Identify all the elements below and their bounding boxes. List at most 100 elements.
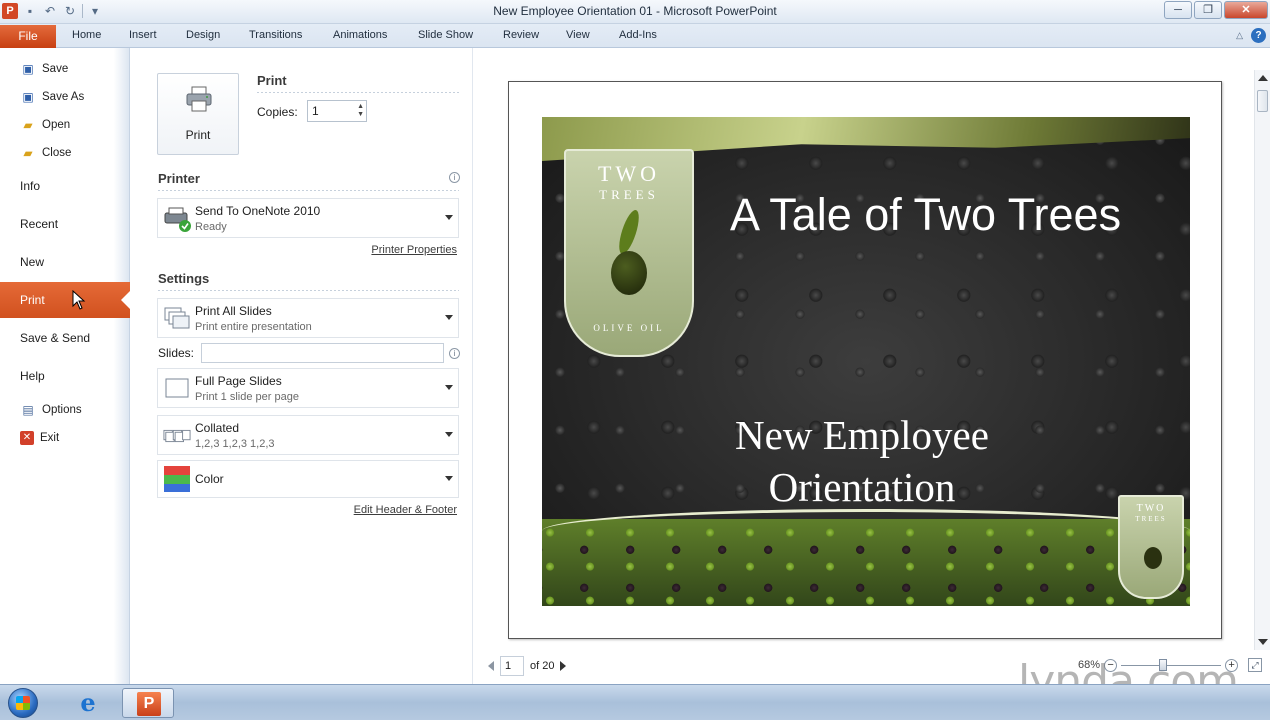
slide-title: A Tale of Two Trees (730, 189, 1122, 240)
active-indicator-arrow (121, 291, 130, 309)
options-icon: ▤ (22, 403, 34, 417)
layout-dropdown[interactable]: Full Page Slides Print 1 slide per page (157, 368, 459, 408)
printer-divider (158, 190, 459, 191)
save-as-icon: ▣ (22, 90, 34, 104)
slide-subtitle: New Employee Orientation (712, 409, 1012, 513)
zoom-to-page-icon[interactable]: ⤢ (1248, 658, 1263, 672)
copies-spin-arrows-icon[interactable]: ▲ ▼ (357, 103, 364, 119)
printer-name: Send To OneNote 2010 (195, 204, 321, 218)
slide-preview: TWO TREES OLIVE OIL A Tale of Two Trees … (542, 117, 1190, 606)
collate-sub: 1,2,3 1,2,3 1,2,3 (195, 438, 275, 450)
nav-print[interactable]: Print (0, 282, 130, 318)
collate-arrow-icon (445, 432, 453, 437)
mini-olive-icon (1144, 547, 1162, 569)
print-range-dropdown[interactable]: Print All Slides Print entire presentati… (157, 298, 459, 338)
minimize-ribbon-icon[interactable]: △ (1236, 30, 1243, 41)
nav-close[interactable]: ▰ Close (0, 139, 130, 167)
slides-input[interactable] (201, 343, 444, 363)
color-arrow-icon (445, 476, 453, 481)
internet-explorer-icon: e (80, 688, 96, 717)
close-folder-icon: ▰ (23, 146, 33, 160)
nav-options[interactable]: ▤ Options (0, 396, 130, 424)
floppy-disk-icon: ▣ (22, 62, 34, 76)
mini-logo-two: TWO (1136, 503, 1166, 514)
scroll-thumb[interactable] (1257, 90, 1268, 112)
help-icon[interactable]: ? (1251, 28, 1266, 43)
tab-file[interactable]: File (0, 25, 56, 48)
current-page-input[interactable]: 1 (500, 656, 524, 676)
copies-stepper[interactable]: 1 ▲ ▼ (307, 100, 367, 122)
print-title: Print (257, 73, 287, 88)
logo-text-trees: TREES (599, 187, 659, 202)
printer-dropdown[interactable]: Send To OneNote 2010 Ready (157, 198, 459, 238)
print-title-divider (257, 92, 459, 93)
tab-animations[interactable]: Animations (333, 29, 387, 41)
next-page-icon[interactable] (560, 661, 567, 671)
edit-header-footer-link[interactable]: Edit Header & Footer (354, 504, 457, 516)
nav-info[interactable]: Info (0, 172, 130, 200)
collate-dropdown[interactable]: Collated 1,2,3 1,2,3 1,2,3 (157, 415, 459, 455)
printer-status: Ready (195, 221, 227, 233)
tab-view[interactable]: View (566, 29, 590, 41)
slides-info-icon[interactable]: i (449, 348, 460, 359)
tab-home[interactable]: Home (72, 29, 101, 41)
total-pages: of 20 (530, 660, 555, 672)
printer-title: Printer (158, 171, 200, 186)
nav-save-label: Save (42, 63, 69, 75)
nav-help[interactable]: Help (0, 362, 130, 390)
nav-exit[interactable]: ✕ Exit (0, 424, 130, 452)
logo-text-olive-oil: OLIVE OIL (593, 323, 665, 333)
logo-text-two: TWO (597, 161, 661, 186)
print-range-arrow-icon (445, 315, 453, 320)
copies-value: 1 (312, 104, 319, 118)
restore-button[interactable]: ❐ (1194, 1, 1222, 19)
two-trees-logo: TWO TREES OLIVE OIL (564, 149, 694, 357)
taskbar-internet-explorer[interactable]: e (62, 688, 114, 718)
slide-olives-band (542, 519, 1190, 606)
page-navigator: 1 of 20 (488, 656, 567, 676)
mini-logo-trees: TREES (1135, 515, 1167, 523)
color-dropdown[interactable]: Color (157, 460, 459, 498)
full-page-slide-icon (165, 378, 189, 398)
print-button[interactable]: Print (157, 73, 239, 155)
preview-scrollbar[interactable] (1254, 70, 1270, 650)
nav-close-label: Close (42, 147, 72, 159)
printer-info-icon[interactable]: i (449, 172, 460, 183)
scroll-down-icon[interactable] (1258, 639, 1268, 645)
powerpoint-icon: P (137, 692, 161, 716)
tab-transitions[interactable]: Transitions (249, 29, 302, 41)
nav-new[interactable]: New (0, 248, 130, 276)
print-settings-pane: Print Print Copies: 1 ▲ ▼ Printer i Send … (131, 48, 473, 684)
nav-recent[interactable]: Recent (0, 210, 130, 238)
nav-save-send[interactable]: Save & Send (0, 324, 130, 352)
nav-exit-label: Exit (40, 432, 60, 444)
tab-slide-show[interactable]: Slide Show (418, 29, 473, 41)
start-button[interactable] (2, 685, 46, 720)
olive-leaf-icon (615, 207, 643, 257)
taskbar-powerpoint[interactable]: P (122, 688, 174, 718)
slide-subtitle-line1: New Employee (735, 412, 989, 458)
tab-add-ins[interactable]: Add-Ins (619, 29, 657, 41)
layout-main: Full Page Slides (195, 374, 282, 388)
print-preview-area: TWO TREES OLIVE OIL A Tale of Two Trees … (474, 48, 1270, 684)
windows-flag-icon (16, 696, 30, 710)
printer-icon (186, 86, 212, 112)
ribbon-right-icons: △ ? (1236, 28, 1266, 43)
minimize-button[interactable]: ─ (1164, 1, 1192, 19)
nav-save-as[interactable]: ▣ Save As (0, 83, 130, 111)
nav-save-as-label: Save As (42, 91, 85, 103)
tab-insert[interactable]: Insert (129, 29, 157, 41)
layout-sub: Print 1 slide per page (195, 391, 299, 403)
nav-open-label: Open (42, 119, 71, 131)
close-button[interactable]: ✕ (1224, 1, 1268, 19)
printer-properties-link[interactable]: Printer Properties (371, 244, 457, 256)
backstage-nav: ▣ Save ▣ Save As ▰ Open ▰ Close Info Rec… (0, 48, 130, 684)
nav-save[interactable]: ▣ Save (0, 55, 130, 83)
tab-review[interactable]: Review (503, 29, 539, 41)
window-title: New Employee Orientation 01 - Microsoft … (493, 4, 777, 18)
previous-page-icon[interactable] (488, 661, 494, 671)
tab-design[interactable]: Design (186, 29, 220, 41)
nav-open[interactable]: ▰ Open (0, 111, 130, 139)
title-bar: P ▪ ↶ ↻ ▾ New Employee Orientation 01 - … (0, 0, 1270, 24)
scroll-up-icon[interactable] (1258, 75, 1268, 81)
